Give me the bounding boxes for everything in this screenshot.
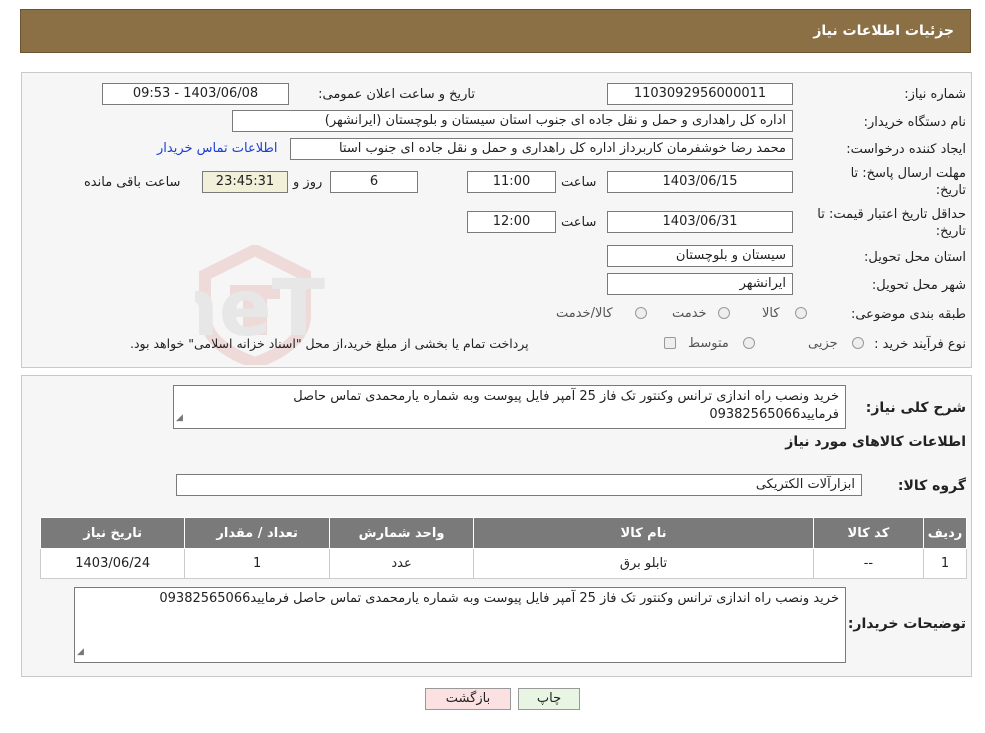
province-label: استان محل تحویل: xyxy=(864,250,966,265)
buyer-contact-link[interactable]: اطلاعات تماس خریدار xyxy=(157,141,277,156)
creator-field: محمد رضا خوشفرمان کاربرداز اداره کل راهد… xyxy=(290,138,793,160)
category-option-goods: کالا xyxy=(762,306,780,321)
goods-table-wrap: ردیف کد کالا نام کالا واحد شمارش تعداد /… xyxy=(39,517,967,579)
description-label: شرح کلی نیاز: xyxy=(865,400,966,416)
need-number-field: 1103092956000011 xyxy=(607,83,793,105)
description-text: خرید ونصب راه اندازی ترانس وکنتور تک فاز… xyxy=(293,389,839,422)
announce-label: تاریخ و ساعت اعلان عمومی: xyxy=(318,87,475,102)
city-label: شهر محل تحویل: xyxy=(871,278,966,293)
goods-table: ردیف کد کالا نام کالا واحد شمارش تعداد /… xyxy=(39,517,967,579)
col-code: کد کالا xyxy=(812,517,925,549)
goods-group-field: ابزارآلات الکتریکی xyxy=(176,474,862,496)
city-field: ایرانشهر xyxy=(607,273,793,295)
category-label: طبقه بندی موضوعی: xyxy=(850,307,966,322)
process-radio-minor[interactable] xyxy=(852,337,864,349)
process-radio-medium[interactable] xyxy=(743,337,755,349)
deadline-date-field: 1403/06/15 xyxy=(607,171,793,193)
resize-grip-icon[interactable]: ◢ xyxy=(176,409,183,427)
deadline-label-1: مهلت ارسال پاسخ: تا xyxy=(850,166,966,181)
goods-group-label: گروه کالا: xyxy=(897,478,966,494)
page-header: جزئیات اطلاعات نیاز xyxy=(20,9,971,53)
buyer-notes-label: توضیحات خریدار: xyxy=(847,616,966,632)
days-remaining-field: 6 xyxy=(330,171,418,193)
category-radio-service[interactable] xyxy=(718,307,730,319)
province-field: سیستان و بلوچستان xyxy=(607,245,793,267)
col-row: ردیف xyxy=(923,517,967,549)
deadline-label-2: تاریخ: xyxy=(935,183,966,198)
col-unit: واحد شمارش xyxy=(328,517,475,549)
goods-section-title: اطلاعات کالاهای مورد نیاز xyxy=(785,434,966,450)
process-option-medium: متوسط xyxy=(688,336,729,351)
buyer-org-field: اداره کل راهداری و حمل و نقل جاده ای جنو… xyxy=(232,110,793,132)
col-qty: تعداد / مقدار xyxy=(184,517,330,549)
buyer-notes-text: خرید ونصب راه اندازی ترانس وکنتور تک فاز… xyxy=(159,591,839,606)
announce-field: 1403/06/08 - 09:53 xyxy=(102,83,289,105)
need-number-label: شماره نیاز: xyxy=(904,87,966,102)
validity-time-label: ساعت xyxy=(561,215,597,230)
buyer-notes-textarea[interactable]: خرید ونصب راه اندازی ترانس وکنتور تک فاز… xyxy=(74,587,846,663)
validity-time-field: 12:00 xyxy=(467,211,556,233)
description-textarea[interactable]: خرید ونصب راه اندازی ترانس وکنتور تک فاز… xyxy=(173,385,846,429)
deadline-time-field: 11:00 xyxy=(467,171,556,193)
creator-label: ایجاد کننده درخواست: xyxy=(846,142,966,157)
remaining-time-field: 23:45:31 xyxy=(202,171,288,193)
cell-name: تابلو برق xyxy=(473,548,814,579)
print-button[interactable]: چاپ xyxy=(518,688,580,710)
resize-grip-icon[interactable]: ◢ xyxy=(77,643,84,661)
buyer-org-label: نام دستگاه خریدار: xyxy=(863,115,966,130)
page-title: جزئیات اطلاعات نیاز xyxy=(813,23,954,39)
back-button[interactable]: بازگشت xyxy=(425,688,511,710)
col-name: نام کالا xyxy=(473,517,814,549)
deadline-time-label: ساعت xyxy=(561,175,597,190)
remaining-label: ساعت باقی مانده xyxy=(84,175,181,190)
validity-label-1: حداقل تاریخ اعتبار قیمت: تا xyxy=(817,207,966,222)
validity-date-field: 1403/06/31 xyxy=(607,211,793,233)
table-row: 1 -- تابلو برق عدد 1 1403/06/24 xyxy=(39,548,967,579)
category-radio-goods-service[interactable] xyxy=(635,307,647,319)
category-option-service: خدمت xyxy=(672,306,707,321)
cell-date: 1403/06/24 xyxy=(39,548,186,579)
category-radio-goods[interactable] xyxy=(795,307,807,319)
process-note: پرداخت تمام یا بخشی از مبلغ خرید،از محل … xyxy=(130,336,529,351)
col-date: تاریخ نیاز xyxy=(39,517,186,549)
treasury-checkbox[interactable] xyxy=(664,337,676,349)
cell-code: -- xyxy=(812,548,925,579)
process-option-minor: جزیی xyxy=(808,336,838,351)
category-option-goods-service: کالا/خدمت xyxy=(556,306,613,321)
cell-qty: 1 xyxy=(184,548,330,579)
days-label: روز و xyxy=(293,175,323,190)
goods-table-header: ردیف کد کالا نام کالا واحد شمارش تعداد /… xyxy=(39,517,967,549)
process-label: نوع فرآیند خرید : xyxy=(874,337,966,352)
cell-unit: عدد xyxy=(328,548,475,579)
validity-label-2: تاریخ: xyxy=(935,224,966,239)
cell-row: 1 xyxy=(923,548,967,579)
